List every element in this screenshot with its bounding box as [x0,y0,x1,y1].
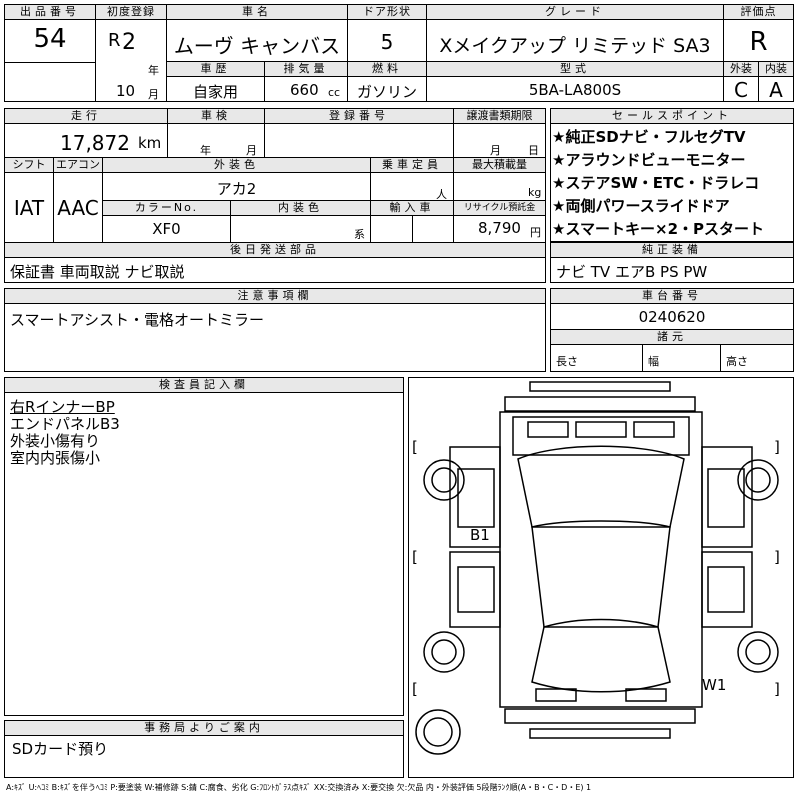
displacement-label: 排気量 [265,62,347,77]
model-label: 型式 [427,62,723,77]
chassis-label: 車台番号 [551,289,793,304]
notes-label: 注意事項欄 [5,289,545,304]
sales-point-item: ★アラウンドビューモニター [552,151,746,169]
later-parts-label: 後日発送部品 [5,243,545,258]
bracket-left-bottom: [ [412,680,418,698]
transfer-day-unit: 日 [528,144,539,157]
inspection-label: 車検 [168,109,264,124]
first-reg-era: R [108,30,121,51]
legend-footer: A:ｷｽﾞ U:ﾍｺﾐ B:ｷｽﾞを伴うﾍｺﾐ P:要塗装 W:補修跡 S:錆 … [6,783,592,792]
reg-no-label: 登録番号 [265,109,453,124]
office-label: 事務局よりご案内 [5,721,403,736]
ext-color-label: 外装色 [103,158,370,173]
first-reg-label: 初度登録 [96,5,166,20]
recycle-label: リサイクル預託金 [454,201,545,216]
door-label: ドア形状 [348,5,426,20]
office-value: SDカード預り [12,740,109,758]
later-parts-value: 保証書 車両取説 ナビ取説 [10,263,185,281]
shift-label: シフト [5,158,53,173]
sales-points-label: セールスポイント [551,109,793,124]
interior-grade-label: 内装 [759,62,793,77]
score-label: 評価点 [724,5,793,20]
displacement-value: 660 [290,81,319,99]
first-reg-month-unit: 月 [148,88,159,101]
bracket-right-bottom: ] [774,680,780,698]
notes-value: スマートアシスト・電格オートミラー [10,311,264,329]
sales-point-item: ★両側パワースライドドア [552,197,730,215]
color-no-label: カラーNo. [103,201,230,216]
grade-label: グレード [427,5,723,20]
int-color-unit: 系 [354,228,365,241]
mileage-unit: km [138,134,162,152]
inspector-label: 検査員記入欄 [5,378,403,393]
dims-label: 諸元 [551,330,793,345]
ext-color-value: アカ2 [216,180,257,198]
exterior-grade: C [734,78,748,102]
capacity-label: 乗車定員 [371,158,453,173]
damage-mark-w1: W1 [702,676,727,694]
equipment-value: ナビ TV エアB PS PW [556,263,708,281]
dims-height: 高さ [726,355,748,368]
int-color-label: 内装色 [231,201,370,216]
score-value: R [749,27,768,57]
history-label: 車歴 [167,62,264,77]
inspection-year-unit: 年 [200,144,211,157]
max-load-unit: kg [528,186,542,199]
recycle-value: 8,790 [478,219,521,237]
aircon-value: AAC [57,196,99,220]
dims-width: 幅 [648,355,659,368]
import-label: 輸入車 [371,201,453,216]
lot-label: 出品番号 [5,5,95,20]
transfer-month-unit: 月 [490,144,501,157]
sales-point-item: ★ステアSW・ETC・ドラレコ [552,174,760,192]
exterior-grade-label: 外装 [724,62,758,77]
car-name-label: 車名 [167,5,347,20]
bracket-left-mid: [ [412,548,418,566]
bracket-left-top: [ [412,438,418,456]
sales-point-item: ★スマートキー×2・Pスタート [552,220,764,238]
grade-value: Xメイクアップ リミテッド SA3 [439,35,711,57]
chassis-number: 0240620 [638,308,706,326]
damage-mark-b1: B1 [470,526,490,544]
bracket-right-top: ] [774,438,780,456]
equipment-label: 純正装備 [551,243,793,258]
shift-value: IAT [13,196,45,220]
max-load-label: 最大積載量 [454,158,545,173]
model-value: 5BA-LA800S [528,81,622,99]
sales-point-item: ★純正SDナビ・フルセグTV [552,128,746,146]
color-no-value: XF0 [152,220,181,238]
inspection-month-unit: 月 [246,144,257,157]
fuel-label: 燃料 [348,62,426,77]
mileage-value: 17,872 [60,131,130,155]
interior-grade: A [769,78,783,102]
dims-length: 長さ [556,355,578,368]
transfer-label: 譲渡書類期限 [454,109,545,124]
bracket-right-mid: ] [774,548,780,566]
history-value: 自家用 [192,83,238,101]
recycle-unit: 円 [530,226,541,239]
fuel-value: ガソリン [356,83,417,101]
aircon-label: エアコン [54,158,102,173]
inspector-line: 室内内張傷小 [10,449,101,467]
first-reg-year-unit: 年 [148,64,159,77]
lot-number: 54 [33,24,67,54]
first-reg-year: 2 [122,30,136,55]
door-value: 5 [380,30,394,54]
car-diagram [415,381,779,755]
car-name: ムーヴ キャンバス [173,34,341,58]
displacement-unit: cc [328,86,341,99]
first-reg-month: 10 [116,82,136,100]
mileage-label: 走行 [5,109,167,124]
